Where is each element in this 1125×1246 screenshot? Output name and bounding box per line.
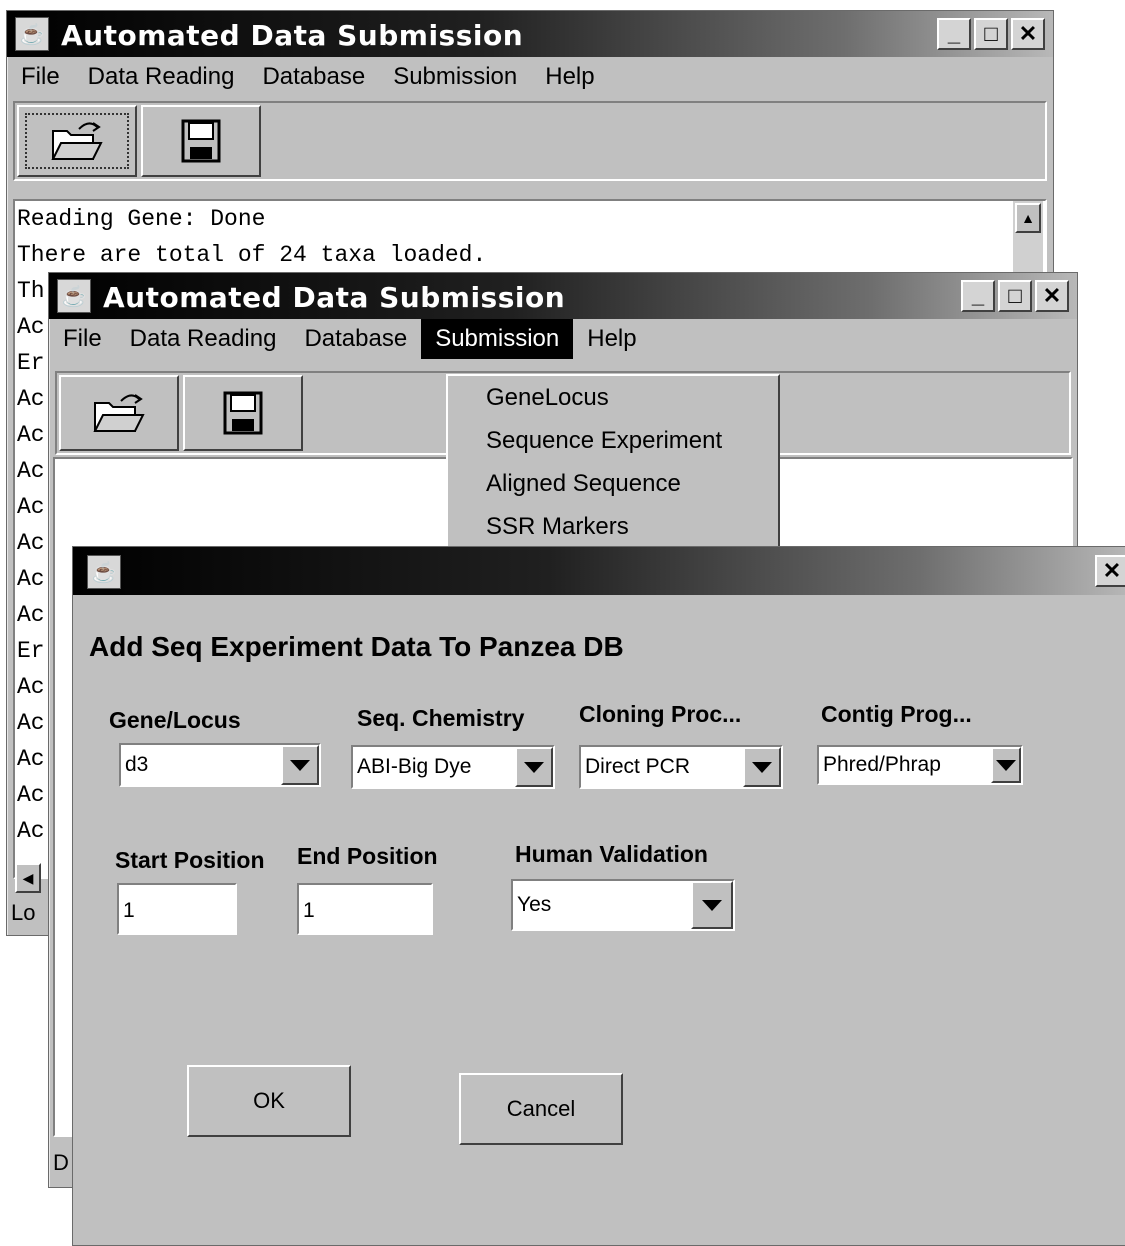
end-position-input[interactable]: 1	[297, 883, 433, 935]
close-icon[interactable]: ✕	[1095, 555, 1125, 587]
menu-item-ssr-markers[interactable]: SSR Markers	[448, 505, 778, 548]
menu-submission[interactable]: Submission	[421, 319, 574, 359]
floppy-disk-icon	[223, 391, 263, 435]
menu-data-reading[interactable]: Data Reading	[116, 319, 291, 359]
log-line: Reading Gene: Done	[17, 206, 266, 232]
menu-database[interactable]: Database	[290, 319, 421, 359]
minimize-icon[interactable]: _	[937, 18, 971, 50]
gene-locus-label: Gene/Locus	[109, 707, 241, 733]
coffee-cup-icon: ☕	[15, 17, 49, 51]
end-position-label: End Position	[297, 843, 438, 869]
menu-item-aligned-sequence[interactable]: Aligned Sequence	[448, 462, 778, 505]
menu-data-reading[interactable]: Data Reading	[74, 57, 249, 97]
menu-help[interactable]: Help	[573, 319, 650, 359]
dialog-titlebar[interactable]: ☕ ✕	[73, 547, 1125, 595]
floppy-disk-icon	[181, 119, 221, 163]
save-button[interactable]	[183, 375, 303, 451]
end-position-value: 1	[303, 899, 315, 922]
coffee-cup-icon: ☕	[87, 555, 121, 589]
menu-submission[interactable]: Submission	[379, 57, 531, 97]
human-validation-label: Human Validation	[515, 841, 708, 867]
cloning-proc-value: Direct PCR	[585, 755, 691, 778]
chevron-down-icon[interactable]	[281, 745, 319, 785]
mid-window-titlebar[interactable]: ☕ Automated Data Submission _ □ ✕	[49, 273, 1077, 319]
menu-item-sequence-experiment[interactable]: Sequence Experiment	[448, 419, 778, 462]
chevron-down-icon[interactable]	[991, 747, 1021, 783]
ok-button[interactable]: OK	[187, 1065, 351, 1137]
minimize-icon[interactable]: _	[961, 280, 995, 312]
menu-database[interactable]: Database	[248, 57, 379, 97]
seq-chemistry-select[interactable]: ABI-Big Dye	[351, 745, 555, 789]
gene-locus-value: d3	[125, 753, 149, 776]
dialog-heading: Add Seq Experiment Data To Panzea DB	[89, 631, 624, 662]
seq-experiment-dialog: ☕ ✕ Add Seq Experiment Data To Panzea DB…	[72, 546, 1125, 1246]
status-bar: D	[53, 1150, 69, 1175]
gene-locus-select[interactable]: d3	[119, 743, 321, 787]
human-validation-value: Yes	[517, 893, 552, 916]
back-toolbar	[13, 101, 1047, 181]
open-folder-icon	[51, 122, 103, 160]
open-folder-icon	[93, 394, 145, 432]
back-window-titlebar[interactable]: ☕ Automated Data Submission _ □ ✕	[7, 11, 1053, 57]
back-menubar: File Data Reading Database Submission He…	[7, 57, 1053, 97]
contig-prog-value: Phred/Phrap	[823, 753, 941, 776]
contig-prog-label: Contig Prog...	[821, 701, 972, 727]
maximize-icon[interactable]: □	[974, 18, 1008, 50]
chevron-down-icon[interactable]	[691, 881, 733, 929]
menu-item-genelocus[interactable]: GeneLocus	[448, 376, 778, 419]
seq-chemistry-label: Seq. Chemistry	[357, 705, 525, 731]
scroll-left-icon[interactable]: ◀	[15, 863, 41, 893]
status-bar: Lo	[11, 900, 36, 925]
chevron-down-icon[interactable]	[743, 747, 781, 787]
window-title: Automated Data Submission	[61, 19, 524, 52]
chevron-down-icon[interactable]	[515, 747, 553, 787]
start-position-input[interactable]: 1	[117, 883, 237, 935]
submission-menu-dropdown: GeneLocus Sequence Experiment Aligned Se…	[446, 374, 780, 550]
close-icon[interactable]: ✕	[1011, 18, 1045, 50]
human-validation-select[interactable]: Yes	[511, 879, 735, 931]
start-position-value: 1	[123, 899, 135, 922]
open-button[interactable]	[59, 375, 179, 451]
seq-chemistry-value: ABI-Big Dye	[357, 755, 472, 778]
contig-prog-select[interactable]: Phred/Phrap	[817, 745, 1023, 785]
menu-file[interactable]: File	[49, 319, 116, 359]
mid-menubar: File Data Reading Database Submission He…	[49, 319, 1077, 359]
maximize-icon[interactable]: □	[998, 280, 1032, 312]
cancel-button[interactable]: Cancel	[459, 1073, 623, 1145]
save-button[interactable]	[141, 105, 261, 177]
cloning-proc-select[interactable]: Direct PCR	[579, 745, 783, 789]
window-title: Automated Data Submission	[103, 281, 566, 314]
scroll-up-icon[interactable]: ▲	[1015, 203, 1041, 233]
close-icon[interactable]: ✕	[1035, 280, 1069, 312]
cloning-proc-label: Cloning Proc...	[579, 701, 742, 727]
log-line: There are total of 24 taxa loaded.	[17, 242, 487, 268]
open-button[interactable]	[17, 105, 137, 177]
menu-help[interactable]: Help	[531, 57, 608, 97]
coffee-cup-icon: ☕	[57, 279, 91, 313]
menu-file[interactable]: File	[7, 57, 74, 97]
start-position-label: Start Position	[115, 847, 265, 873]
